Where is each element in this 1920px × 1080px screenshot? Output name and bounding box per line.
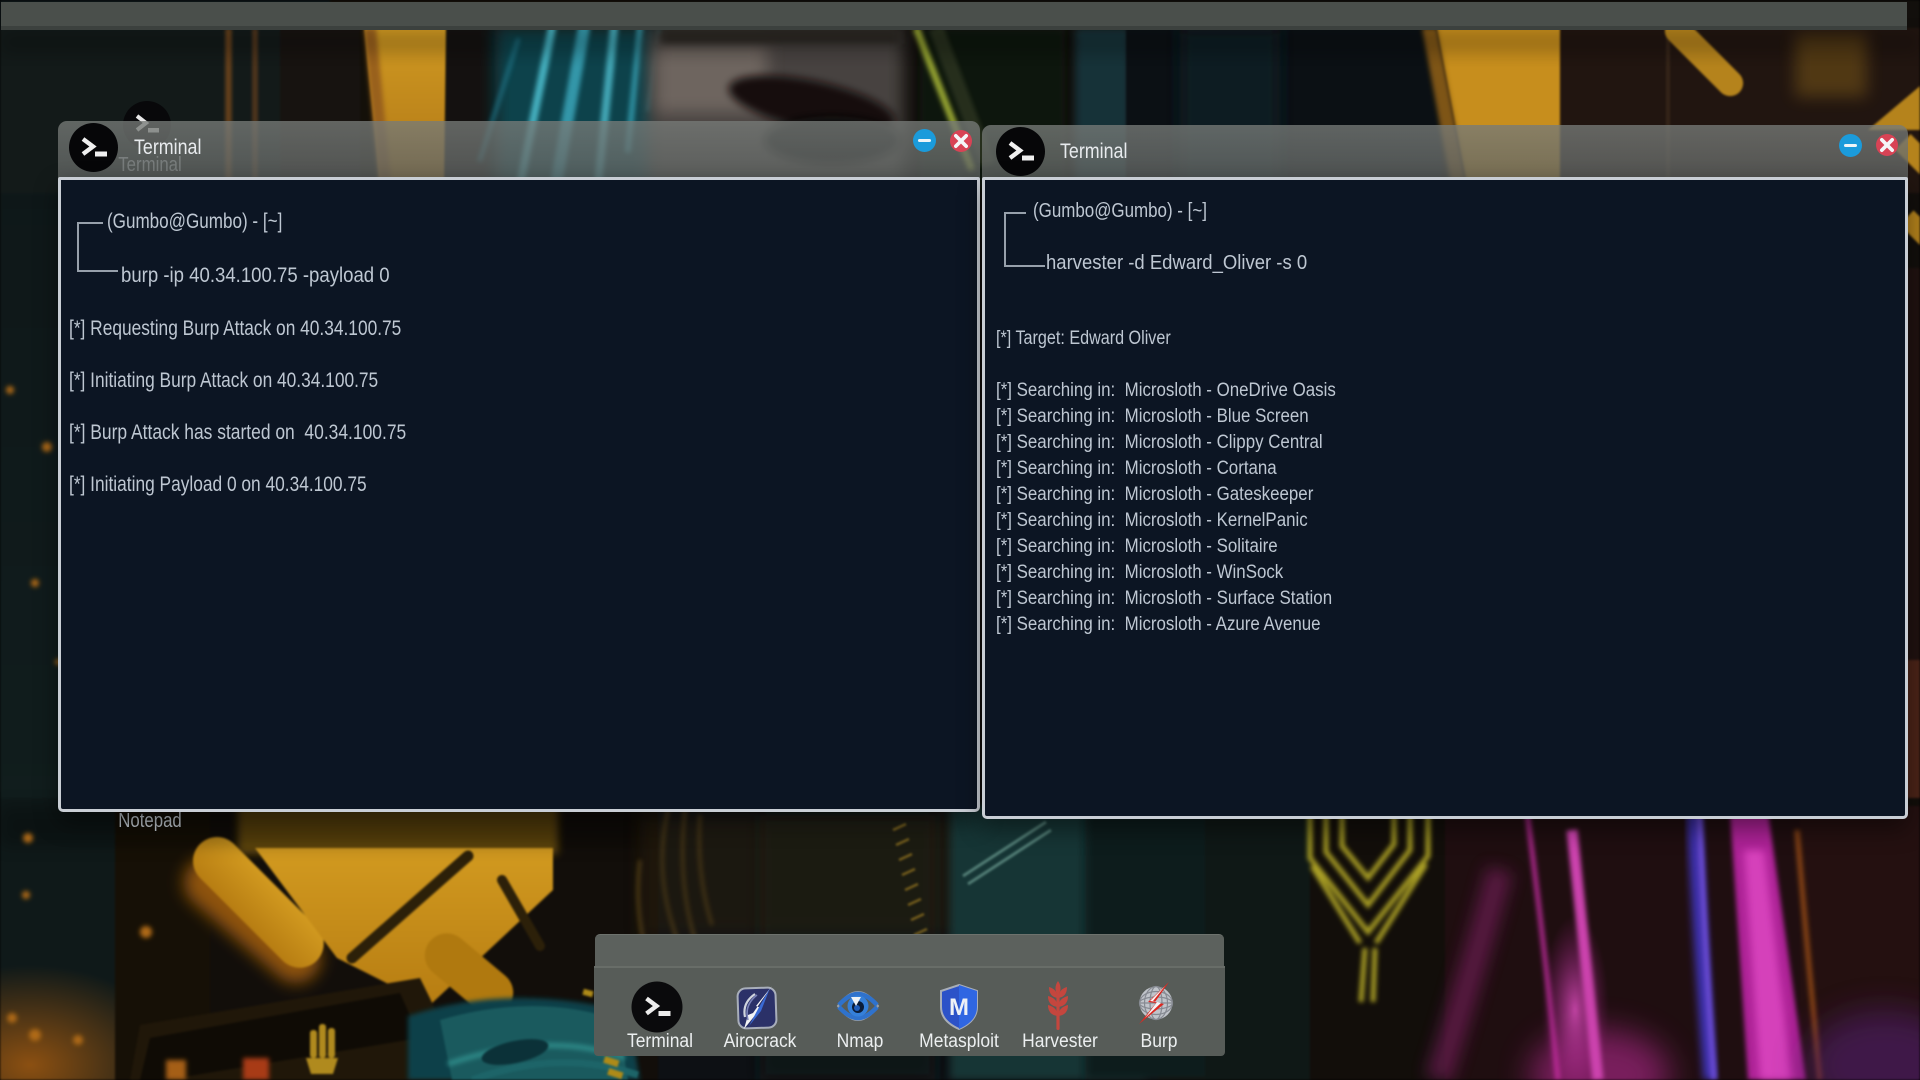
- svg-text:M: M: [949, 994, 969, 1021]
